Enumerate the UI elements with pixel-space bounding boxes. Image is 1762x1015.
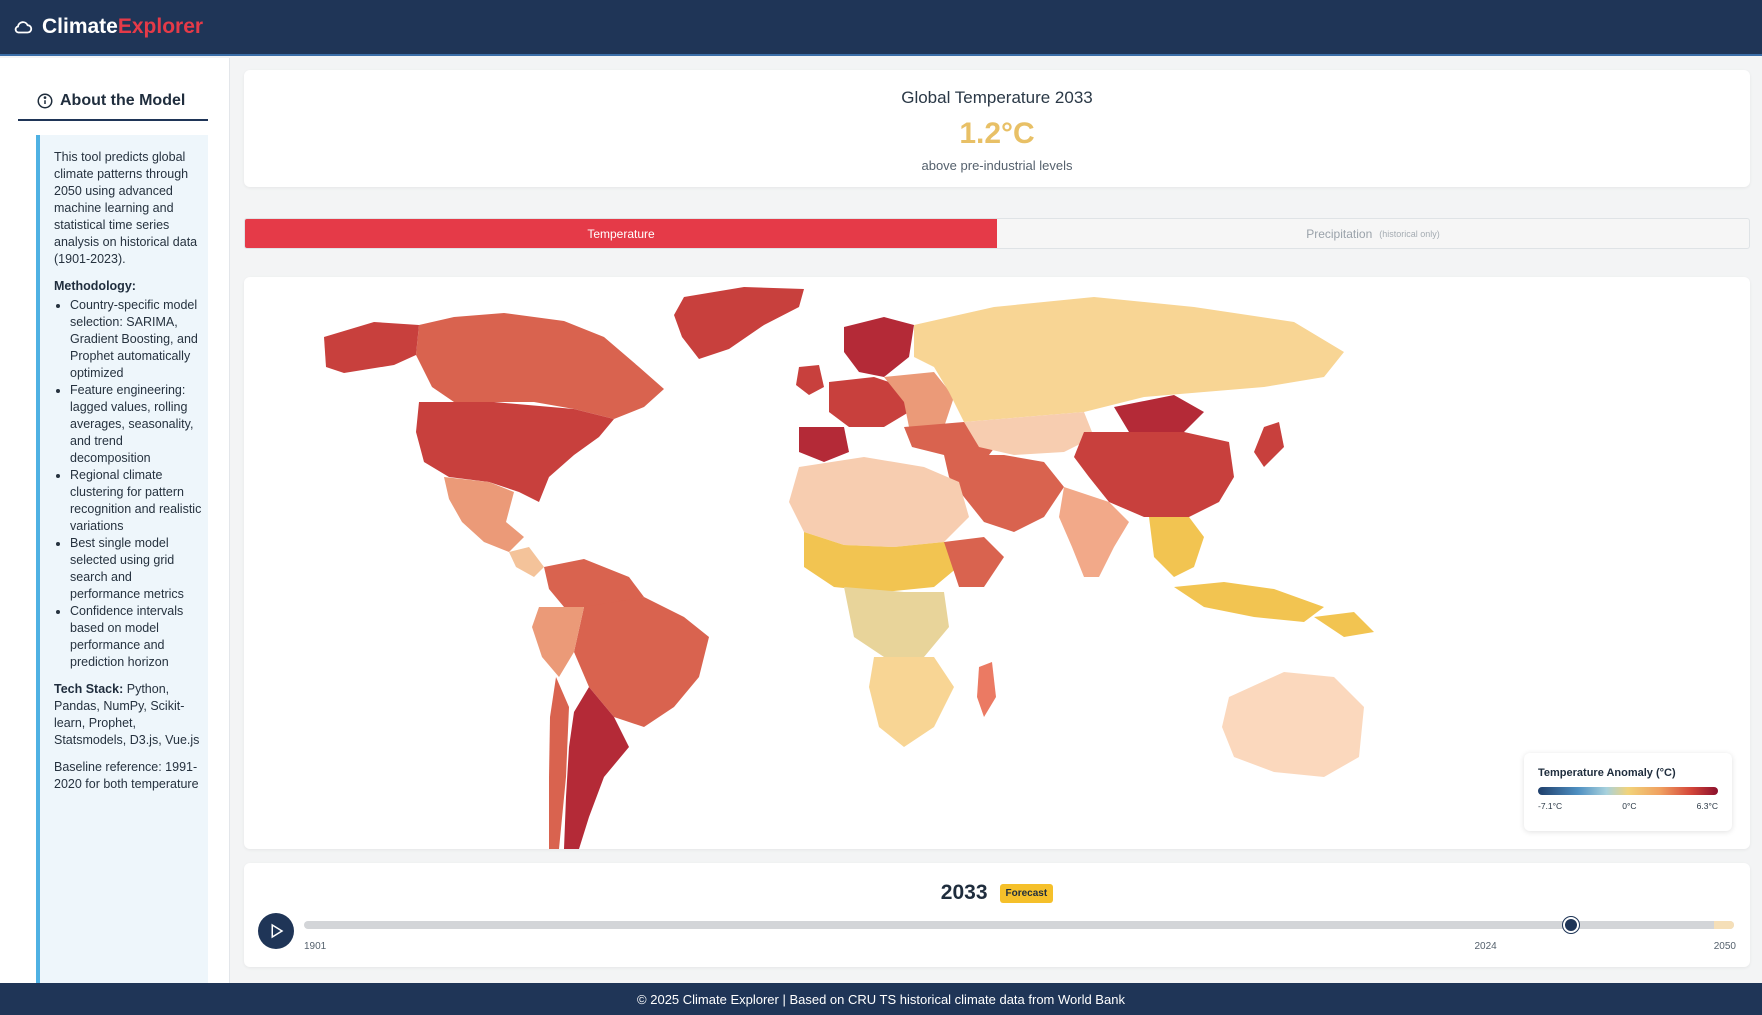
- country-greenland[interactable]: [674, 287, 804, 359]
- legend-color-scale: [1538, 787, 1718, 795]
- list-item: Country-specific model selection: SARIMA…: [70, 297, 202, 382]
- about-card: About the Model This tool predicts globa…: [18, 80, 208, 983]
- list-item: Best single model selected using grid se…: [70, 535, 202, 603]
- about-panel[interactable]: This tool predicts global climate patter…: [36, 135, 208, 983]
- country-iberia[interactable]: [799, 427, 849, 462]
- about-title: About the Model: [60, 92, 186, 109]
- metric-tabs: Temperature Precipitation (historical on…: [244, 218, 1750, 249]
- year-slider-thumb[interactable]: [1562, 917, 1579, 933]
- top-bar: ClimateExplorer: [0, 0, 1762, 56]
- country-papua-new-guinea[interactable]: [1314, 612, 1374, 637]
- region-scandinavia[interactable]: [844, 317, 914, 377]
- tab-label: Precipitation: [1306, 226, 1373, 241]
- tick-mid: 2024: [1474, 941, 1497, 952]
- cloud-icon: [14, 21, 33, 34]
- legend-min: -7.1°C: [1538, 801, 1563, 811]
- country-russia[interactable]: [914, 297, 1344, 422]
- country-alaska[interactable]: [324, 322, 419, 373]
- footer-text: © 2025 Climate Explorer | Based on CRU T…: [637, 991, 1125, 1007]
- year-row: 2033 Forecast: [244, 881, 1750, 905]
- brand-accent: Explorer: [117, 15, 204, 38]
- summary-title: Global Temperature 2033: [901, 88, 1093, 107]
- region-horn-of-africa[interactable]: [944, 537, 1004, 587]
- tab-temperature[interactable]: Temperature: [245, 219, 997, 248]
- sidebar: About the Model This tool predicts globa…: [0, 58, 230, 983]
- list-item: Confidence intervals based on model perf…: [70, 603, 202, 671]
- country-japan[interactable]: [1254, 422, 1284, 467]
- tab-label: Temperature: [587, 226, 655, 241]
- country-indonesia[interactable]: [1174, 582, 1324, 622]
- info-icon: [37, 93, 53, 109]
- tick-end: 2050: [1713, 941, 1736, 952]
- country-usa[interactable]: [416, 402, 614, 502]
- baseline-note: Baseline reference: 1991-2020 for both t…: [54, 760, 199, 791]
- world-map-card: Temperature Anomaly (°C) -7.1°C 0°C 6.3°…: [244, 277, 1750, 849]
- year-slider-track[interactable]: [304, 921, 1734, 929]
- country-peru[interactable]: [532, 607, 584, 677]
- summary-value: 1.2°C: [959, 117, 1035, 150]
- country-uk[interactable]: [796, 365, 824, 395]
- current-year: 2033: [940, 881, 988, 904]
- brand-primary: Climate: [42, 15, 118, 38]
- about-intro: This tool predicts global climate patter…: [54, 150, 198, 266]
- tab-note: (historical only): [1379, 228, 1440, 239]
- region-central-africa[interactable]: [844, 587, 949, 657]
- list-item: Regional climate clustering for pattern …: [70, 467, 202, 535]
- footer: © 2025 Climate Explorer | Based on CRU T…: [0, 983, 1762, 1015]
- region-southeast-asia[interactable]: [1149, 517, 1204, 577]
- global-temperature-card: Global Temperature 2033 1.2°C above pre-…: [244, 70, 1750, 187]
- tick-start: 1901: [304, 941, 327, 952]
- forecast-range: [1714, 921, 1734, 929]
- methodology-list: Country-specific model selection: SARIMA…: [54, 297, 202, 671]
- list-item: Feature engineering: lagged values, roll…: [70, 382, 202, 467]
- methodology-title: Methodology:: [54, 279, 136, 293]
- tech-stack-label: Tech Stack:: [54, 682, 124, 696]
- about-header: About the Model: [18, 80, 208, 121]
- country-madagascar[interactable]: [977, 662, 996, 717]
- play-icon: [271, 923, 284, 939]
- country-australia[interactable]: [1222, 672, 1364, 777]
- tech-stack: Tech Stack: Python, Pandas, NumPy, Sciki…: [54, 681, 202, 749]
- brand-logo[interactable]: ClimateExplorer: [42, 15, 203, 39]
- legend-labels: -7.1°C 0°C 6.3°C: [1538, 801, 1718, 811]
- region-southern-africa[interactable]: [869, 657, 954, 747]
- region-central-america[interactable]: [509, 547, 544, 577]
- legend-max: 6.3°C: [1696, 801, 1718, 811]
- forecast-badge: Forecast: [999, 883, 1054, 903]
- play-button[interactable]: [258, 913, 294, 949]
- legend-title: Temperature Anomaly (°C): [1538, 767, 1676, 779]
- map-legend: Temperature Anomaly (°C) -7.1°C 0°C 6.3°…: [1524, 753, 1732, 831]
- summary-subtitle: above pre-industrial levels: [921, 158, 1073, 173]
- legend-mid: 0°C: [1622, 801, 1637, 811]
- timeline-card: 2033 Forecast 1901 2024 2050: [244, 863, 1750, 967]
- region-north-africa[interactable]: [789, 457, 969, 547]
- tab-precipitation[interactable]: Precipitation (historical only): [997, 219, 1749, 248]
